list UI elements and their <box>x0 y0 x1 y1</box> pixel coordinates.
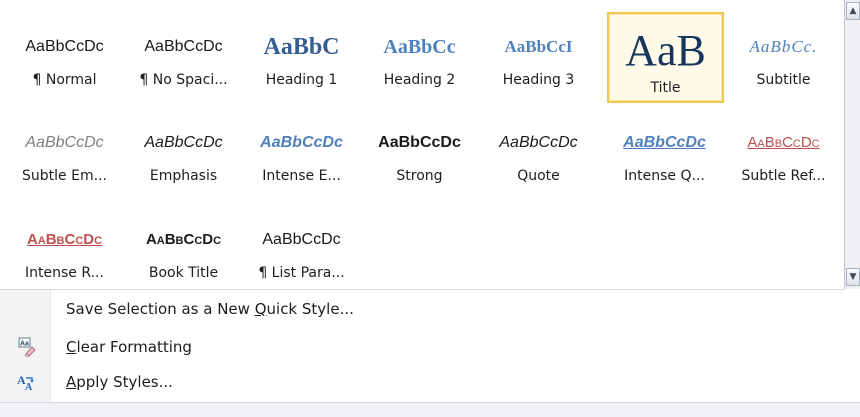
style-preview: AaBbCcDc <box>747 134 820 151</box>
style-strong-tile[interactable]: AaBbCcDc Strong <box>361 100 478 196</box>
style-no-spacing-tile[interactable]: AaBbCcDc ¶ No Spaci... <box>125 4 242 100</box>
style-preview: AaBbCcDc <box>378 134 461 151</box>
apply-styles-icon: A A <box>17 372 37 393</box>
style-preview: AaBbCcDc <box>260 134 343 151</box>
style-intense-reference-tile[interactable]: AaBbCcDc Intense R... <box>6 197 123 293</box>
style-subtitle-tile[interactable]: AaBbCc. Subtitle <box>725 4 842 100</box>
style-label: ¶ Normal <box>32 72 97 88</box>
style-quote-tile[interactable]: AaBbCcDc Quote <box>480 100 597 196</box>
style-label: Intense E... <box>262 168 341 184</box>
style-label: Subtle Em... <box>22 168 107 184</box>
style-emphasis-tile[interactable]: AaBbCcDc Emphasis <box>125 100 242 196</box>
style-label: Heading 3 <box>502 72 575 88</box>
style-label: Intense R... <box>25 265 104 281</box>
style-preview: AaBbCcDc <box>623 134 706 151</box>
style-label: Quote <box>517 168 560 184</box>
style-preview: AaBbCcDc <box>145 231 222 248</box>
style-heading-3-tile[interactable]: AaBbCcI Heading 3 <box>480 4 597 100</box>
style-title-tile[interactable]: AaB Title <box>607 12 724 103</box>
style-preview: AaBbCc. <box>749 37 818 56</box>
style-preview: AaBbC <box>263 34 340 60</box>
style-label: Strong <box>396 168 443 184</box>
style-preview: AaBbCcDc <box>144 134 223 151</box>
style-preview: AaBbCcDc <box>499 134 578 151</box>
style-preview: AaBbCcI <box>504 37 573 56</box>
style-normal-tile[interactable]: AaBbCcDc ¶ Normal <box>6 4 123 100</box>
style-label: Emphasis <box>149 168 218 184</box>
svg-text:A: A <box>25 382 33 392</box>
style-label: Book Title <box>148 265 219 281</box>
quick-styles-gallery: AaBbCcDc ¶ Normal AaBbCcDc ¶ No Spaci... AaB… <box>0 0 845 290</box>
apply-styles-item[interactable]: A A Apply Styles... <box>0 365 700 399</box>
style-label: Subtitle <box>756 72 811 88</box>
style-label: Heading 1 <box>265 72 338 88</box>
style-label: Intense Q... <box>624 168 705 184</box>
style-intense-quote-tile[interactable]: AaBbCcDc Intense Q... <box>606 100 723 196</box>
scroll-up-button[interactable]: ▲ <box>846 2 860 20</box>
style-heading-1-tile[interactable]: AaBbC Heading 1 <box>243 4 360 100</box>
save-selection-as-quick-style-item[interactable]: Save Selection as a New Quick Style... <box>0 292 700 326</box>
save-selection-label: Save Selection as a New Quick Style... <box>66 300 354 318</box>
svg-text:Aa: Aa <box>20 341 29 348</box>
style-subtle-emphasis-tile[interactable]: AaBbCcDc Subtle Em... <box>6 100 123 196</box>
style-heading-2-tile[interactable]: AaBbCc Heading 2 <box>361 4 478 100</box>
style-subtle-reference-tile[interactable]: AaBbCcDc Subtle Ref... <box>725 100 842 196</box>
scroll-down-button[interactable]: ▼ <box>846 268 860 286</box>
apply-styles-label: Apply Styles... <box>66 373 173 391</box>
style-intense-emphasis-tile[interactable]: AaBbCcDc Intense E... <box>243 100 360 196</box>
style-preview: AaBbCc <box>383 36 456 58</box>
menu-resize-bar[interactable] <box>0 402 860 417</box>
clear-formatting-icon: Aa <box>17 337 37 357</box>
clear-formatting-label: Clear Formatting <box>66 338 192 356</box>
style-label: ¶ List Para... <box>258 265 345 281</box>
style-label: ¶ No Spaci... <box>139 72 228 88</box>
style-list-paragraph-tile[interactable]: AaBbCcDc ¶ List Para... <box>243 197 360 293</box>
styles-menu: Save Selection as a New Quick Style... A… <box>0 290 860 402</box>
style-preview: AaBbCcDc <box>26 231 103 248</box>
style-preview: AaBbCcDc <box>25 134 104 151</box>
style-book-title-tile[interactable]: AaBbCcDc Book Title <box>125 197 242 293</box>
style-preview: AaBbCcDc <box>262 231 341 248</box>
style-preview: AaB <box>625 26 706 75</box>
style-label: Heading 2 <box>383 72 456 88</box>
clear-formatting-item[interactable]: Aa Clear Formatting <box>0 330 700 364</box>
style-preview: AaBbCcDc <box>144 38 223 55</box>
style-preview: AaBbCcDc <box>25 38 104 55</box>
style-label: Title <box>650 80 681 96</box>
gallery-scrollbar[interactable]: ▲ ▼ <box>845 0 860 289</box>
style-label: Subtle Ref... <box>741 168 826 184</box>
